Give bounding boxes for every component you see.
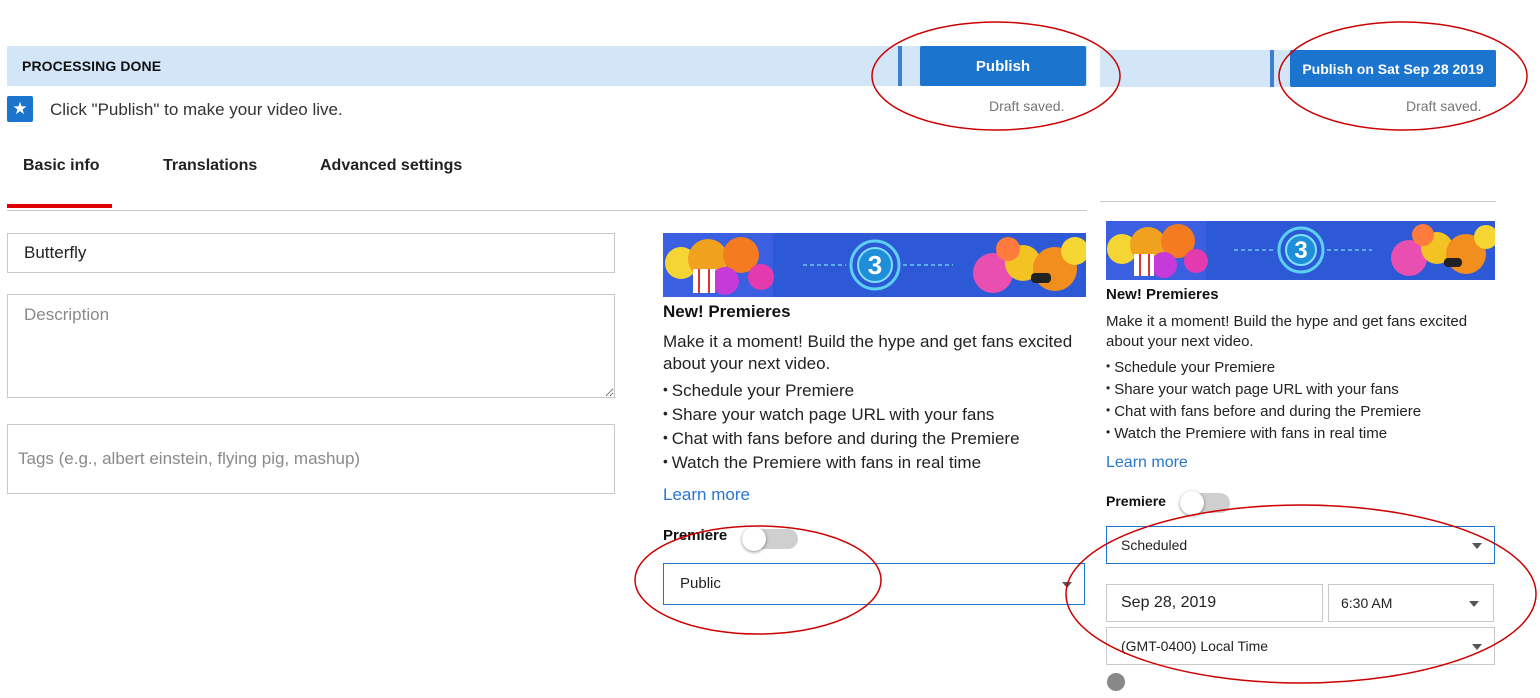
title-input[interactable] [7, 233, 615, 273]
right-panel-divider [1100, 201, 1496, 202]
premieres-card-title: New! Premieres [663, 302, 791, 321]
publish-button[interactable]: Publish [920, 46, 1086, 86]
help-icon[interactable] [1107, 673, 1125, 691]
status-divider-right [1270, 50, 1274, 87]
timezone-select[interactable]: (GMT-0400) Local Time [1106, 627, 1495, 665]
draft-saved-text-right: Draft saved. [1406, 98, 1482, 114]
list-item: Chat with fans before and during the Pre… [663, 429, 1020, 453]
premieres-card-title-right: New! Premieres [1106, 286, 1219, 303]
description-textarea[interactable] [7, 294, 615, 398]
premiere-toggle[interactable] [742, 527, 798, 551]
tab-translations[interactable]: Translations [163, 157, 257, 175]
list-item: Watch the Premiere with fans in real tim… [663, 453, 1020, 477]
premieres-banner-illustration: 3 [663, 233, 1086, 297]
list-item: Share your watch page URL with your fans [663, 405, 1020, 429]
chevron-down-icon [1472, 543, 1482, 549]
tab-basic-info[interactable]: Basic info [23, 157, 99, 175]
visibility-selected-value: Public [680, 575, 721, 592]
premieres-banner-right: 3 [1106, 221, 1495, 280]
list-item: Schedule your Premiere [663, 381, 1020, 405]
banner-countdown-number: 3 [868, 250, 882, 280]
learn-more-link[interactable]: Learn more [663, 485, 750, 505]
visibility-selected-value-right: Scheduled [1121, 537, 1188, 553]
list-item: Chat with fans before and during the Pre… [1106, 403, 1421, 425]
chevron-down-icon [1062, 582, 1072, 588]
list-item: Share your watch page URL with your fans [1106, 381, 1421, 403]
timezone-value: (GMT-0400) Local Time [1121, 638, 1269, 654]
star-icon: ★ [7, 96, 33, 122]
visibility-select[interactable]: Public [663, 563, 1085, 605]
chevron-down-icon [1472, 644, 1482, 650]
processing-status-text: PROCESSING DONE [22, 58, 162, 74]
premiere-toggle-right[interactable] [1180, 491, 1230, 515]
learn-more-link-right[interactable]: Learn more [1106, 454, 1188, 472]
draft-saved-text: Draft saved. [989, 98, 1065, 114]
chevron-down-icon [1469, 601, 1479, 607]
schedule-date-field[interactable]: Sep 28, 2019 [1106, 584, 1323, 622]
toggle-knob [1180, 491, 1204, 515]
publish-hint-text: Click "Publish" to make your video live. [50, 100, 343, 119]
schedule-time-select[interactable]: 6:30 AM [1328, 584, 1494, 622]
premieres-feature-list-right: Schedule your Premiere Share your watch … [1106, 359, 1421, 447]
premiere-toggle-label: Premiere [663, 527, 728, 544]
list-item: Schedule your Premiere [1106, 359, 1421, 381]
tabs-divider [7, 210, 1087, 211]
publish-scheduled-button[interactable]: Publish on Sat Sep 28 2019 [1290, 50, 1496, 87]
tab-advanced-settings[interactable]: Advanced settings [320, 157, 462, 175]
premieres-feature-list: Schedule your Premiere Share your watch … [663, 381, 1020, 477]
tags-input[interactable] [7, 424, 615, 494]
premieres-banner: 3 [663, 233, 1086, 297]
premiere-toggle-label-right: Premiere [1106, 493, 1166, 509]
status-divider [898, 46, 902, 86]
schedule-time-value: 6:30 AM [1341, 595, 1393, 611]
list-item: Watch the Premiere with fans in real tim… [1106, 425, 1421, 447]
toggle-knob [742, 527, 766, 551]
banner-countdown-number-right: 3 [1294, 237, 1307, 264]
premieres-banner-illustration-right: 3 [1106, 221, 1495, 280]
premieres-card-body-right: Make it a moment! Build the hype and get… [1106, 313, 1468, 350]
visibility-select-right[interactable]: Scheduled [1106, 526, 1495, 564]
active-tab-indicator [7, 204, 112, 208]
premieres-card-body: Make it a moment! Build the hype and get… [663, 332, 1073, 374]
